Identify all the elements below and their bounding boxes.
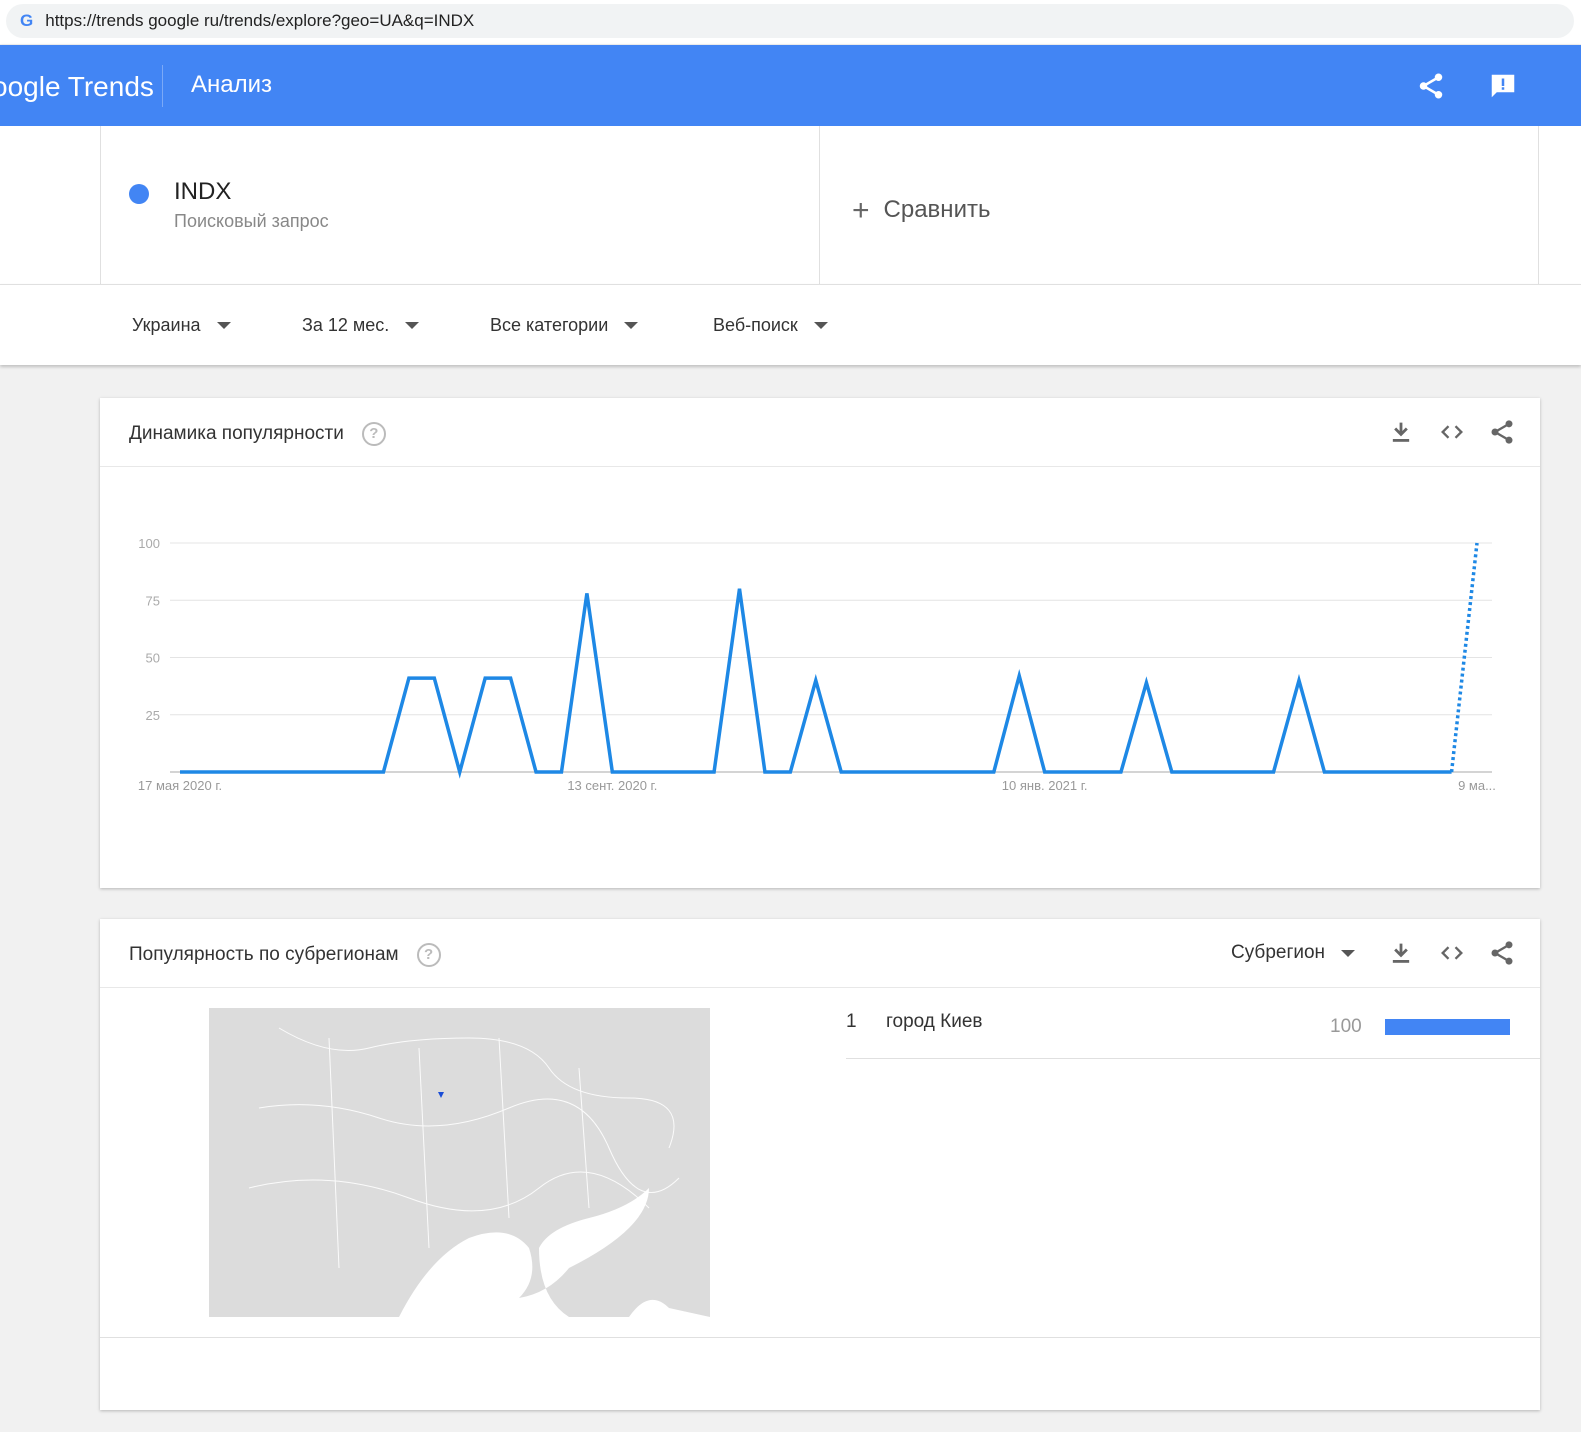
subregion-dropdown[interactable]: Субрегион <box>1231 942 1356 964</box>
embed-code-icon[interactable] <box>1438 418 1466 446</box>
google-favicon-icon: G <box>20 11 34 30</box>
region-name[interactable]: город Киев <box>886 1011 983 1033</box>
search-term-card[interactable]: INDX Поисковый запрос <box>100 126 820 284</box>
card-title: Динамика популярности? <box>129 422 386 446</box>
card-title-text: Популярность по субрегионам <box>129 944 399 965</box>
y-tick-label: 25 <box>146 708 160 723</box>
x-tick-label: 9 ма... <box>1458 778 1496 793</box>
compare-button[interactable]: + Сравнить <box>852 194 990 228</box>
filter-geo[interactable]: Украина <box>132 315 231 336</box>
ukraine-map[interactable] <box>209 1008 710 1317</box>
share-icon[interactable] <box>1488 418 1516 446</box>
divider <box>162 65 163 107</box>
address-bar[interactable]: G https://trends google ru/trends/explor… <box>6 4 1574 38</box>
compare-label: Сравнить <box>883 196 991 223</box>
feedback-icon[interactable] <box>1488 71 1518 101</box>
download-icon[interactable] <box>1387 939 1415 967</box>
term-type: Поисковый запрос <box>174 211 329 231</box>
interest-by-subregion-card: Популярность по субрегионам? Субрегион 1… <box>100 919 1540 1410</box>
google-trends-logo[interactable]: oogle Trends <box>0 71 154 103</box>
region-value: 100 <box>1330 1016 1362 1037</box>
embed-code-icon[interactable] <box>1438 939 1466 967</box>
caret-down-icon <box>624 322 639 329</box>
term-color-dot <box>129 184 149 204</box>
region-value-bar <box>1385 1019 1510 1035</box>
interest-chart[interactable]: 100 75 50 25 17 мая 2020 г. 13 сент. 2020 г. 1… <box>100 467 1540 887</box>
card-title-text: Динамика популярности <box>129 423 344 444</box>
series-line <box>180 588 1452 779</box>
y-tick-label: 75 <box>146 593 160 608</box>
filter-label: Все категории <box>490 315 609 335</box>
caret-down-icon <box>813 322 828 329</box>
term-name[interactable]: INDX <box>174 178 231 206</box>
y-tick-label: 100 <box>138 536 160 551</box>
plus-icon: + <box>852 194 870 227</box>
kyiv-marker[interactable] <box>438 1092 444 1098</box>
filter-label: Веб-поиск <box>713 315 798 335</box>
card-header: Динамика популярности? <box>100 398 1540 467</box>
filter-label: Украина <box>132 315 201 335</box>
app-header: oogle Trends Анализ <box>0 45 1581 126</box>
caret-down-icon <box>216 322 231 329</box>
y-tick-label: 50 <box>146 651 160 666</box>
filter-category[interactable]: Все категории <box>490 315 639 336</box>
rank-number: 1 <box>846 1011 857 1032</box>
filter-label: За 12 мес. <box>302 315 390 335</box>
divider <box>846 1058 1540 1059</box>
download-icon[interactable] <box>1387 418 1415 446</box>
divider <box>1538 126 1539 284</box>
share-icon[interactable] <box>1416 71 1446 101</box>
help-icon[interactable]: ? <box>416 943 441 967</box>
share-icon[interactable] <box>1488 939 1516 967</box>
filter-search-type[interactable]: Веб-поиск <box>713 315 828 336</box>
divider <box>100 1337 1540 1338</box>
help-icon[interactable]: ? <box>361 422 386 446</box>
term-bar: INDX Поисковый запрос + Сравнить <box>0 126 1581 284</box>
filter-bar: Украина За 12 мес. Все категории Веб-пои… <box>0 284 1581 365</box>
card-header: Популярность по субрегионам? Субрегион <box>100 919 1540 988</box>
card-title: Популярность по субрегионам? <box>129 943 441 967</box>
url-text[interactable]: https://trends google ru/trends/explore?… <box>45 11 474 31</box>
dropdown-label: Субрегион <box>1231 942 1326 963</box>
x-tick-label: 10 янв. 2021 г. <box>1002 778 1088 793</box>
x-tick-label: 13 сент. 2020 г. <box>567 778 657 793</box>
caret-down-icon <box>1341 949 1356 957</box>
x-tick-label: 17 мая 2020 г. <box>138 778 222 793</box>
interest-over-time-card: Динамика популярности? 100 75 50 25 17 мая 2… <box>100 398 1540 888</box>
caret-down-icon <box>405 322 420 329</box>
filter-time[interactable]: За 12 мес. <box>302 315 420 336</box>
page-title: Анализ <box>191 71 273 98</box>
